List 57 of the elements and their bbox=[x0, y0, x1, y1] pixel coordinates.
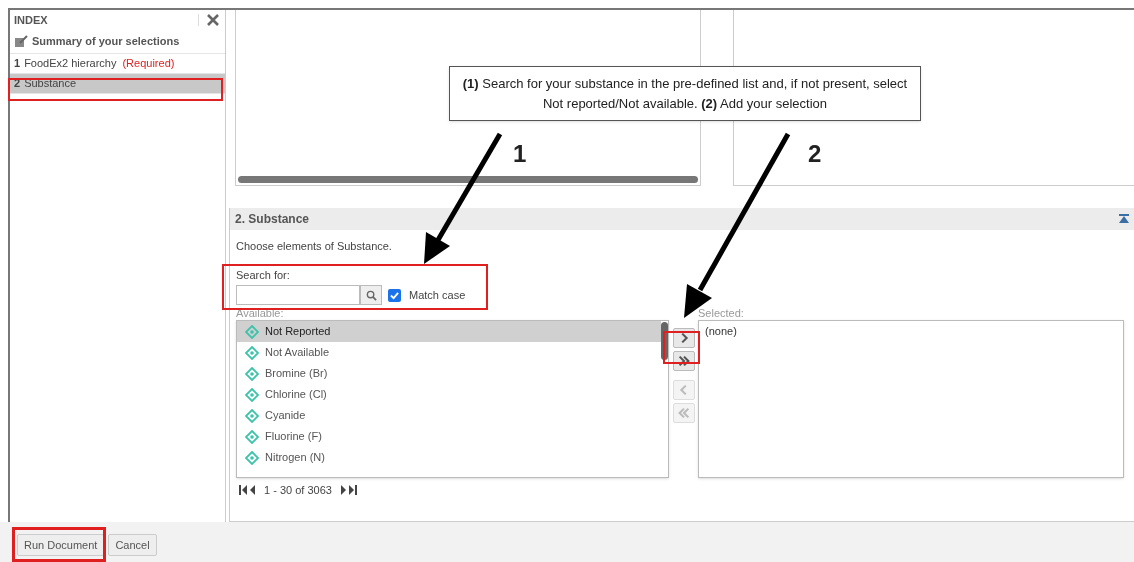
pagination-text: 1 - 30 of 3063 bbox=[264, 483, 332, 498]
list-item[interactable]: Not Reported bbox=[237, 321, 661, 342]
match-case-checkbox[interactable] bbox=[388, 288, 401, 302]
diamond-icon bbox=[245, 387, 259, 402]
list-item[interactable]: Cyanide bbox=[237, 405, 661, 426]
item-label: Cyanide bbox=[265, 408, 306, 424]
highlight-frame bbox=[663, 331, 700, 364]
search-icon bbox=[365, 289, 377, 301]
item-label: Fluorine (F) bbox=[265, 429, 322, 445]
step-number: 1 bbox=[513, 139, 527, 169]
diamond-icon bbox=[245, 366, 259, 381]
collapse-icon[interactable] bbox=[1119, 214, 1129, 224]
form-button[interactable]: Run Document bbox=[17, 534, 105, 556]
close-icon[interactable] bbox=[207, 14, 219, 26]
match-case-label: Match case bbox=[409, 287, 466, 303]
search-field[interactable] bbox=[236, 285, 360, 305]
chevron-icon bbox=[676, 406, 691, 420]
list-item: (none) bbox=[705, 324, 738, 339]
required-note: (Required) bbox=[122, 56, 175, 72]
first-page-icon[interactable] bbox=[239, 485, 257, 496]
chevron-icon bbox=[676, 354, 691, 368]
diamond-icon bbox=[245, 324, 259, 339]
step-number: 2 bbox=[808, 139, 822, 169]
list-item[interactable]: Fluorine (F) bbox=[237, 426, 661, 447]
diamond-icon bbox=[245, 450, 259, 465]
available-label: Available: bbox=[236, 306, 285, 320]
list-item[interactable]: Chlorine (Cl) bbox=[237, 384, 661, 405]
item-number: 1 bbox=[14, 56, 21, 72]
list-item[interactable]: Nitrogen (N) bbox=[237, 447, 661, 468]
item-label: Not Reported bbox=[265, 324, 331, 340]
item-label: Chlorine (Cl) bbox=[265, 387, 327, 403]
search-button[interactable] bbox=[360, 285, 382, 305]
list-item[interactable]: Not Available bbox=[237, 342, 661, 363]
form-button[interactable]: Cancel bbox=[108, 534, 157, 556]
section-description: Choose elements of Substance. bbox=[236, 239, 393, 254]
list-item[interactable]: Bromine (Br) bbox=[237, 363, 661, 384]
selected-label: Selected: bbox=[698, 306, 745, 320]
edit-icon bbox=[14, 35, 28, 48]
item-label: Bromine (Br) bbox=[265, 366, 328, 382]
section-title: 2. Substance bbox=[235, 211, 310, 228]
diamond-icon bbox=[245, 345, 259, 360]
scrollbar-thumb[interactable] bbox=[661, 322, 668, 360]
item-label: Substance bbox=[24, 76, 77, 92]
search-label: Search for: bbox=[236, 267, 291, 283]
diamond-icon bbox=[245, 408, 259, 423]
item-label: FoodEx2 hierarchy bbox=[24, 56, 117, 72]
sidebar-title: INDEX bbox=[14, 12, 48, 28]
check-icon bbox=[390, 290, 399, 300]
diamond-icon bbox=[245, 429, 259, 444]
transfer-button[interactable] bbox=[672, 351, 695, 371]
item-label: Not Available bbox=[265, 345, 329, 361]
summary-link[interactable]: Summary of your selections bbox=[32, 33, 180, 50]
item-label: Nitrogen (N) bbox=[265, 450, 325, 466]
transfer-button[interactable] bbox=[672, 328, 695, 348]
last-page-icon[interactable] bbox=[338, 485, 357, 496]
callout-text: (1) Search for your substance in the pre-defined list and, if not present, select Not reported/Not available. (2) Add your selection bbox=[461, 74, 909, 113]
scrollbar-thumb[interactable] bbox=[238, 176, 698, 183]
